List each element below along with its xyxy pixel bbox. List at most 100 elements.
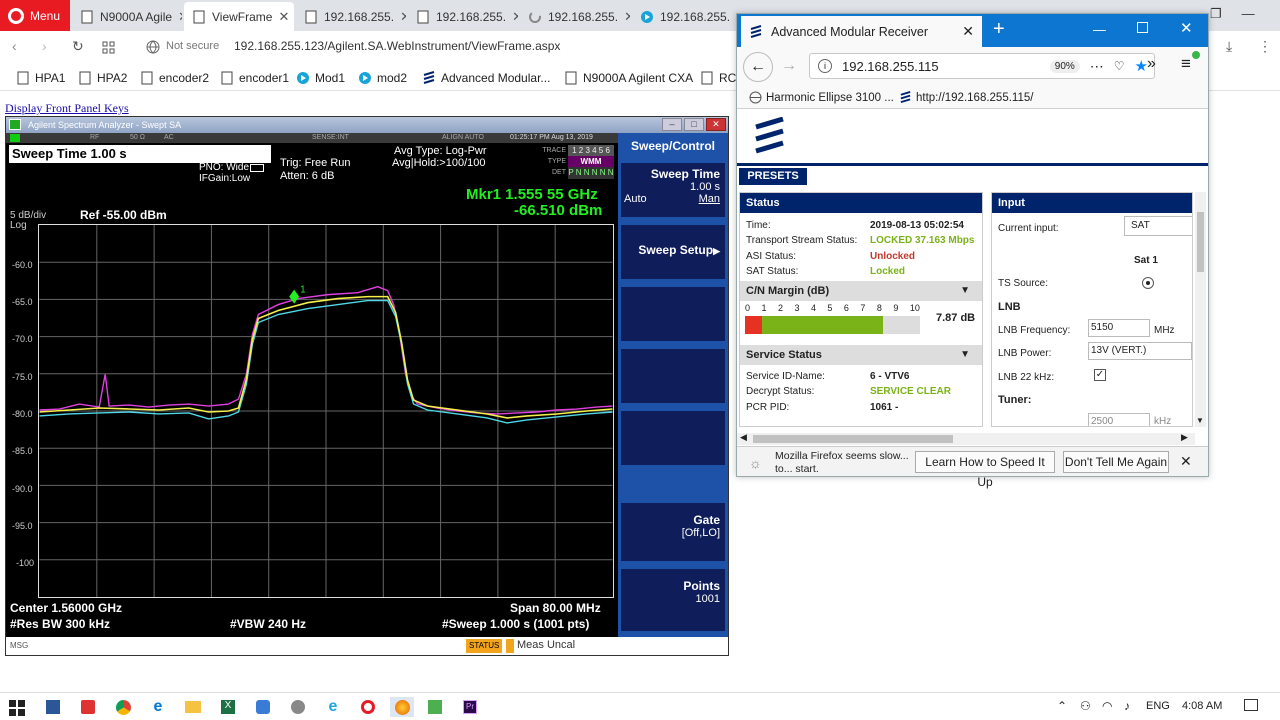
bookmark-receiver-url[interactable]: http://192.168.255.115/	[899, 91, 1033, 104]
language-indicator[interactable]: ENG	[1146, 700, 1170, 712]
bookmark-mod2[interactable]: mod2	[358, 69, 407, 87]
learn-speed-button[interactable]: Learn How to Speed It Up	[915, 451, 1055, 489]
chrome-icon[interactable]	[112, 697, 134, 717]
current-input-select[interactable]: SAT	[1124, 216, 1192, 236]
notifications-icon[interactable]	[1244, 699, 1258, 711]
lnb-frequency-input[interactable]: 5150	[1088, 319, 1150, 337]
edge-icon[interactable]: e	[147, 697, 169, 717]
tray-expand-icon[interactable]: ⌃	[1057, 699, 1067, 713]
close-tab-icon[interactable]: ✕	[400, 9, 406, 25]
vertical-scrollbar[interactable]: ▼	[1195, 192, 1206, 427]
taskbar-app-icon[interactable]	[424, 697, 446, 717]
presets-tab[interactable]: PRESETS	[739, 168, 807, 185]
close-tab-icon[interactable]: ✕	[278, 9, 289, 25]
wifi-icon[interactable]: ◠	[1102, 699, 1112, 713]
tuner-input[interactable]: 2500	[1088, 413, 1150, 426]
softkey-man-option[interactable]: Man	[699, 193, 720, 205]
lnb-power-select[interactable]: 13V (VERT.)	[1088, 342, 1192, 360]
softkey-points[interactable]: Points 1001	[621, 569, 725, 631]
vertical-scroll-thumb[interactable]	[1197, 212, 1204, 272]
ts-source-radio[interactable]	[1142, 277, 1154, 289]
tab-192-4[interactable]: 192.168.255.	[632, 2, 736, 31]
taskbar-app-icon[interactable]	[42, 697, 64, 717]
download-icon[interactable]: ⤓	[1226, 39, 1232, 53]
bookmark-hpa1[interactable]: HPA1	[16, 69, 65, 87]
sweep-time-entry[interactable]: Sweep Time 1.00 s	[9, 145, 271, 163]
bookmark-n9000a[interactable]: N9000A Agilent CXA	[564, 69, 693, 87]
page-actions-icon[interactable]: ⋯	[1090, 58, 1104, 75]
taskbar-app-icon[interactable]	[252, 697, 274, 717]
maximize-window-icon[interactable]	[1137, 22, 1148, 33]
close-notification-icon[interactable]: ✕	[1180, 453, 1192, 470]
softkey-gate[interactable]: Gate [Off,LO]	[621, 503, 725, 561]
bookmark-mod1[interactable]: Mod1	[296, 69, 345, 87]
bookmark-encoder2[interactable]: encoder2	[140, 69, 209, 87]
restore-window-icon[interactable]: ❐	[1210, 6, 1222, 26]
service-status-header[interactable]: Service Status ▼	[740, 345, 982, 365]
excel-icon[interactable]: X	[217, 697, 239, 717]
sa-maximize-icon[interactable]: □	[684, 118, 704, 131]
dont-tell-button[interactable]: Don't Tell Me Again	[1063, 451, 1169, 473]
tab-n9000a[interactable]: N9000A Agile ✕	[72, 2, 182, 31]
info-icon[interactable]: i	[818, 59, 832, 73]
horizontal-scrollbar[interactable]: ◀ ▶	[737, 432, 1195, 445]
tab-192-2[interactable]: 192.168.255. ✕	[408, 2, 518, 31]
new-tab-icon[interactable]: +	[993, 18, 1005, 41]
minimize-window-icon[interactable]: —	[1242, 6, 1255, 26]
network-icon[interactable]: ⚇	[1080, 699, 1091, 713]
status-badge[interactable]: STATUS	[466, 639, 503, 653]
forward-icon[interactable]: →	[781, 57, 797, 75]
spectrum-trace-display[interactable]: 1	[38, 224, 614, 598]
bookmark-harmonic[interactable]: Harmonic Ellipse 3100 ...	[749, 91, 894, 104]
softkey-empty-3[interactable]	[621, 411, 725, 465]
back-icon[interactable]: ←	[743, 52, 773, 82]
hamburger-menu-icon[interactable]: ≡	[1181, 54, 1191, 74]
bookmark-advanced-modular[interactable]: Advanced Modular...	[422, 69, 550, 87]
opera-url[interactable]: 192.168.255.123/Agilent.SA.WebInstrument…	[234, 39, 560, 53]
reload-icon[interactable]: ↻	[72, 39, 84, 53]
softkey-auto-option[interactable]: Auto	[624, 193, 647, 205]
premiere-icon[interactable]: Pr	[459, 697, 481, 717]
windows-start-icon[interactable]	[9, 700, 25, 716]
volume-icon[interactable]: ♪	[1124, 699, 1130, 713]
ie-icon[interactable]: e	[322, 697, 344, 717]
grid-icon[interactable]	[102, 41, 115, 54]
opera-menu-button[interactable]: Menu	[0, 0, 70, 31]
overflow-chevron-icon[interactable]: »	[1147, 55, 1156, 73]
softkey-empty-2[interactable]	[621, 349, 725, 403]
pocket-icon[interactable]: ♡	[1114, 59, 1125, 73]
close-window-icon[interactable]: ✕	[1180, 19, 1193, 37]
opera-icon[interactable]	[357, 697, 379, 717]
softkey-empty-1[interactable]	[621, 287, 725, 341]
cn-margin-header[interactable]: C/N Margin (dB) ▼	[740, 281, 982, 301]
scroll-right-icon[interactable]: ▶	[1181, 432, 1188, 443]
tab-192-3[interactable]: 192.168.255. ✕	[520, 2, 630, 31]
taskbar-app-icon[interactable]	[287, 697, 309, 717]
close-tab-icon[interactable]: ✕	[962, 23, 974, 40]
softkey-sweep-time[interactable]: Sweep Time 1.00 s Auto Man	[621, 163, 725, 217]
tab-viewframe[interactable]: ViewFrame ✕	[184, 2, 294, 31]
close-tab-icon[interactable]: ✕	[624, 9, 630, 25]
forward-icon[interactable]: ›	[42, 39, 47, 53]
file-explorer-icon[interactable]	[182, 697, 204, 717]
minimize-window-icon[interactable]: —	[1093, 22, 1106, 37]
lnb-22khz-checkbox[interactable]: ✓	[1094, 369, 1106, 381]
tab-192-1[interactable]: 192.168.255. ✕	[296, 2, 406, 31]
bookmark-encoder1[interactable]: encoder1	[220, 69, 289, 87]
firefox-tab-receiver[interactable]: Advanced Modular Receiver ✕	[741, 16, 982, 47]
scroll-left-icon[interactable]: ◀	[740, 432, 747, 443]
softkey-sweep-setup[interactable]: Sweep Setup▶	[621, 225, 725, 279]
close-tab-icon[interactable]: ✕	[512, 9, 518, 25]
zoom-badge[interactable]: 90%	[1049, 59, 1080, 73]
scroll-down-icon[interactable]: ▼	[1196, 416, 1204, 425]
horizontal-scroll-thumb[interactable]	[753, 435, 953, 443]
close-tab-icon[interactable]: ✕	[178, 9, 182, 25]
back-icon[interactable]: ‹	[12, 39, 17, 53]
firefox-icon[interactable]	[390, 697, 414, 717]
sa-close-icon[interactable]: ✕	[706, 118, 726, 131]
sa-minimize-icon[interactable]: –	[662, 118, 682, 131]
taskbar-app-icon[interactable]	[77, 697, 99, 717]
bookmark-hpa2[interactable]: HPA2	[78, 69, 127, 87]
firefox-url-bar[interactable]: i 192.168.255.115 90% ⋯ ♡ ★	[809, 53, 1155, 79]
display-front-panel-keys-link[interactable]: Display Front Panel Keys	[5, 101, 129, 116]
